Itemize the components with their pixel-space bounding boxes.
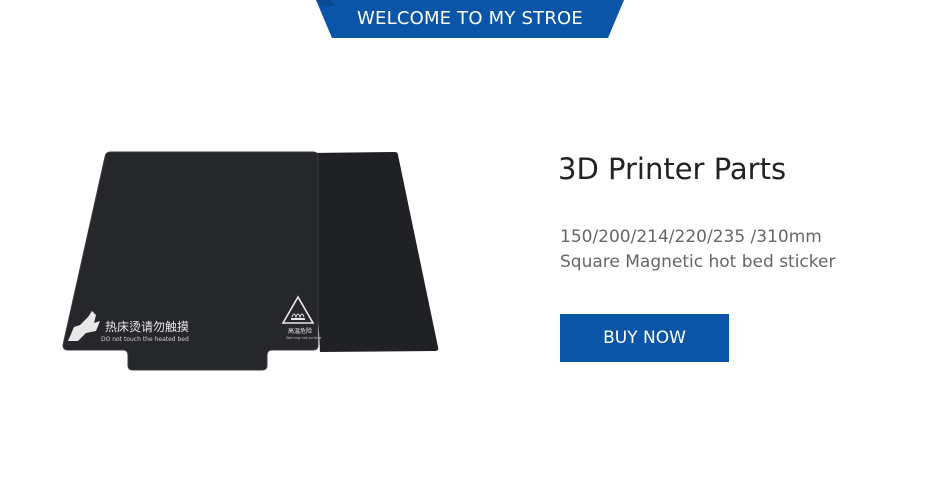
back-plate [310, 152, 439, 352]
product-description-text: Square Magnetic hot bed sticker [560, 252, 836, 272]
welcome-banner: WELCOME TO MY STROE [316, 0, 624, 38]
sticker-warning-en: DO not touch the heated bed [101, 336, 189, 343]
banner-text: WELCOME TO MY STROE [357, 8, 583, 29]
buy-now-button[interactable]: BUY NOW [560, 314, 729, 362]
product-title: 3D Printer Parts [558, 152, 787, 186]
triangle-sublabel: Warning hot surface [286, 336, 321, 340]
product-image: 热床烫请勿触摸 DO not touch the heated bed 高温危险… [60, 145, 445, 375]
product-description: 150/200/214/220/235 /310mm Square Magnet… [560, 225, 920, 275]
product-sizes: 150/200/214/220/235 /310mm [560, 227, 822, 247]
sticker-warning-cn: 热床烫请勿触摸 [105, 320, 189, 334]
triangle-label: 高温危险 [288, 327, 312, 335]
